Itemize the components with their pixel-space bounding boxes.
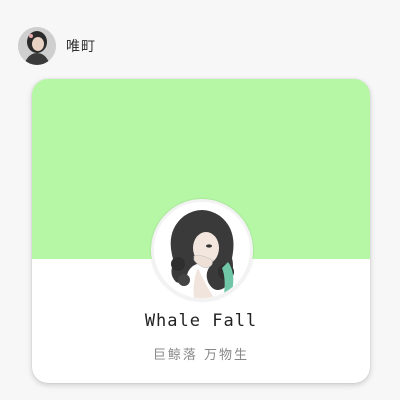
username[interactable]: 唯町 (66, 36, 96, 56)
user-avatar[interactable] (18, 27, 56, 65)
profile-card[interactable]: Whale Fall 巨鲸落 万物生 (32, 79, 370, 383)
illustrated-girl-avatar-icon (154, 202, 250, 298)
post-header: 唯町 (18, 26, 96, 66)
profile-bio: 巨鲸落 万物生 (152, 348, 250, 363)
profile-avatar[interactable] (151, 199, 253, 301)
user-avatar-icon (18, 27, 56, 65)
profile-name: Whale Fall (144, 311, 258, 331)
